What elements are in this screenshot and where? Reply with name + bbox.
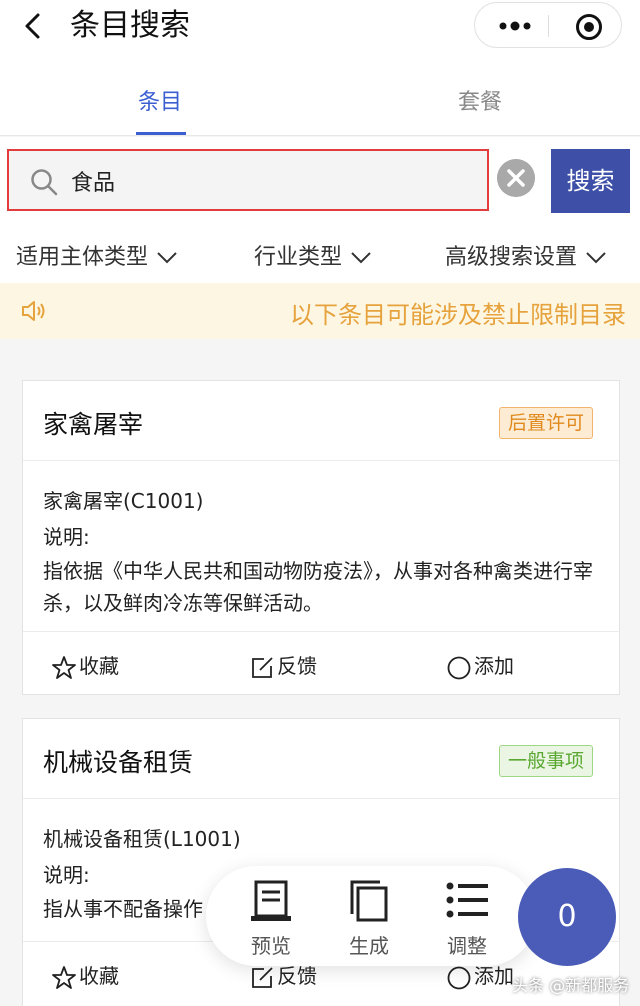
card-code: 机械设备租赁(L1001)	[43, 827, 241, 851]
filter-label: 行业类型	[254, 245, 343, 270]
card-actions: 收藏 反馈 添加	[23, 631, 619, 695]
card-title: 机械设备租赁	[43, 748, 194, 777]
status-badge: 后置许可	[498, 407, 593, 439]
search-input[interactable]	[71, 163, 471, 199]
card-header: 机械设备租赁 一般事项	[23, 719, 619, 799]
card-desc-label: 说明:	[43, 863, 90, 887]
chevron-down-icon	[157, 252, 177, 264]
capsule-divider	[548, 15, 549, 37]
add-label: 添加	[474, 964, 514, 988]
tab-package[interactable]: 套餐	[458, 84, 502, 116]
card-header: 家禽屠宰 后置许可	[23, 381, 619, 461]
clear-search-icon[interactable]	[497, 159, 535, 197]
copy-icon	[350, 880, 388, 922]
watermark: 头条 @新都服务	[512, 976, 630, 995]
adjust-button[interactable]: 调整	[432, 878, 502, 959]
add-button[interactable]: 添加	[446, 650, 514, 681]
mini-program-capsule	[474, 2, 622, 48]
tab-items[interactable]: 条目	[138, 84, 182, 116]
card-desc-label: 说明:	[43, 525, 90, 549]
close-mini-program-icon[interactable]	[575, 13, 603, 41]
filter-advanced-search[interactable]: 高级搜索设置	[445, 239, 607, 271]
star-icon	[52, 655, 76, 679]
filter-label: 高级搜索设置	[445, 245, 578, 270]
edit-icon	[252, 966, 273, 988]
card-description: 指依据《中华人民共和国动物防疫法》，从事对各种禽类进行宰杀，以及鲜肉冷冻等保鲜活…	[43, 559, 593, 615]
back-arrow-icon[interactable]	[20, 12, 48, 40]
cart-count-button[interactable]: 0	[518, 868, 616, 966]
card-code: 家禽屠宰(C1001)	[43, 489, 204, 513]
more-icon[interactable]	[497, 16, 533, 36]
floating-action-bar: 预览 生成 调整	[206, 866, 536, 966]
search-box[interactable]	[7, 149, 489, 211]
chevron-down-icon	[586, 252, 606, 264]
search-button[interactable]: 搜索	[551, 149, 630, 213]
page-title: 条目搜索	[70, 8, 190, 43]
filter-industry-type[interactable]: 行业类型	[254, 239, 372, 271]
status-badge: 一般事项	[498, 745, 593, 777]
preview-button[interactable]: 预览	[236, 878, 306, 959]
star-icon	[52, 965, 76, 989]
notice-text: 以下条目可能涉及禁止限制目录	[290, 301, 626, 329]
tab-bar: 条目 套餐	[0, 56, 640, 136]
speaker-icon	[22, 301, 45, 321]
filter-bar: 适用主体类型 行业类型 高级搜索设置	[0, 225, 640, 283]
favorite-button[interactable]: 收藏	[51, 960, 119, 991]
chevron-down-icon	[351, 252, 371, 264]
preview-label: 预览	[251, 934, 291, 958]
search-icon	[31, 169, 58, 196]
circle-icon	[447, 966, 471, 989]
favorite-label: 收藏	[79, 654, 119, 678]
filter-subject-type[interactable]: 适用主体类型	[16, 239, 178, 271]
favorite-button[interactable]: 收藏	[51, 650, 119, 681]
generate-button[interactable]: 生成	[334, 878, 404, 959]
search-row: 搜索	[0, 137, 640, 225]
top-bar: 条目搜索	[0, 0, 640, 56]
edit-icon	[252, 656, 273, 678]
feedback-label: 反馈	[277, 654, 317, 678]
feedback-button[interactable]: 反馈	[249, 650, 317, 681]
add-label: 添加	[474, 654, 514, 678]
list-icon	[446, 882, 488, 918]
card-title: 家禽屠宰	[43, 410, 144, 439]
filter-label: 适用主体类型	[16, 245, 149, 270]
circle-icon	[447, 656, 471, 679]
generate-label: 生成	[349, 934, 389, 958]
active-tab-indicator	[136, 132, 186, 135]
feedback-label: 反馈	[277, 964, 317, 988]
document-icon	[251, 880, 291, 921]
notice-bar: 以下条目可能涉及禁止限制目录	[0, 283, 640, 339]
favorite-label: 收藏	[79, 964, 119, 988]
result-card[interactable]: 家禽屠宰 后置许可 家禽屠宰(C1001) 说明: 指依据《中华人民共和国动物防…	[22, 380, 620, 695]
adjust-label: 调整	[447, 934, 487, 958]
